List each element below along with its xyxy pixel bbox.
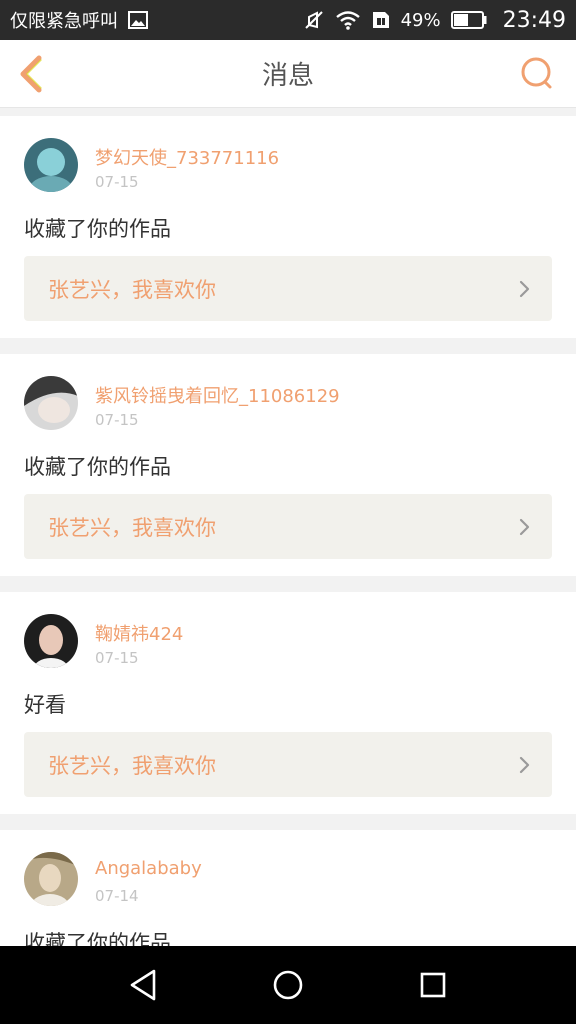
nav-recents-button[interactable] (413, 965, 453, 1005)
message-action: 收藏了你的作品 (24, 455, 171, 479)
avatar[interactable] (24, 852, 78, 906)
mute-icon (303, 9, 325, 31)
work-title: 张艺兴，我喜欢你 (48, 515, 216, 540)
back-triangle-icon (130, 969, 155, 1001)
work-title: 张艺兴，我喜欢你 (48, 753, 216, 778)
message-action: 收藏了你的作品 (24, 217, 171, 241)
chevron-right-icon (519, 518, 530, 535)
nav-home-button[interactable] (268, 965, 308, 1005)
message-card: 鞠婧祎424 07-15 好看 张艺兴，我喜欢你 (0, 592, 576, 814)
search-button[interactable] (518, 54, 556, 94)
status-bar-left: 仅限紧急呼叫 (10, 7, 148, 33)
status-bar: 仅限紧急呼叫 49% 23:49 (0, 0, 576, 40)
message-card: 紫风铃摇曳着回忆_11086129 07-15 收藏了你的作品 张艺兴，我喜欢你 (0, 354, 576, 576)
clock: 23:49 (502, 7, 566, 33)
username[interactable]: 鞠婧祎424 (95, 620, 183, 646)
recents-square-icon (421, 972, 446, 998)
message-date: 07-15 (95, 173, 139, 191)
username[interactable]: 紫风铃摇曳着回忆_11086129 (95, 382, 340, 408)
chevron-right-icon (519, 756, 530, 773)
work-link[interactable]: 张艺兴，我喜欢你 (24, 256, 552, 321)
chevron-right-icon (519, 280, 530, 297)
message-action: 收藏了你的作品 (24, 931, 171, 946)
battery-icon (450, 11, 487, 29)
image-icon (128, 11, 148, 29)
status-bar-right: 49% 23:49 (303, 8, 566, 33)
work-link[interactable]: 张艺兴，我喜欢你 (24, 494, 552, 559)
wifi-icon (335, 10, 361, 30)
chevron-left-icon (20, 55, 42, 93)
work-link[interactable]: 张艺兴，我喜欢你 (24, 732, 552, 797)
message-date: 07-14 (95, 887, 139, 905)
app-header: 消息 (0, 40, 576, 108)
username[interactable]: 梦幻天使_733771116 (95, 144, 279, 170)
carrier-text: 仅限紧急呼叫 (10, 11, 118, 32)
message-action: 好看 (24, 693, 66, 717)
work-title: 张艺兴，我喜欢你 (48, 277, 216, 302)
avatar[interactable] (24, 614, 78, 668)
message-list[interactable]: 梦幻天使_733771116 07-15 收藏了你的作品 张艺兴，我喜欢你 紫风… (0, 116, 576, 946)
message-card: 梦幻天使_733771116 07-15 收藏了你的作品 张艺兴，我喜欢你 (0, 116, 576, 338)
search-icon (521, 57, 552, 89)
navigation-bar (0, 946, 576, 1024)
avatar[interactable] (24, 138, 78, 192)
nav-back-button[interactable] (123, 965, 163, 1005)
back-button[interactable] (14, 54, 50, 94)
sim-icon (371, 10, 391, 30)
username[interactable]: Angalababy (95, 858, 202, 879)
home-circle-icon (273, 970, 303, 1000)
avatar[interactable] (24, 376, 78, 430)
message-card: Angalababy 07-14 收藏了你的作品 (0, 830, 576, 946)
message-date: 07-15 (95, 411, 139, 429)
battery-percent: 49% (400, 9, 441, 31)
page-title: 消息 (261, 61, 314, 91)
message-date: 07-15 (95, 649, 139, 667)
